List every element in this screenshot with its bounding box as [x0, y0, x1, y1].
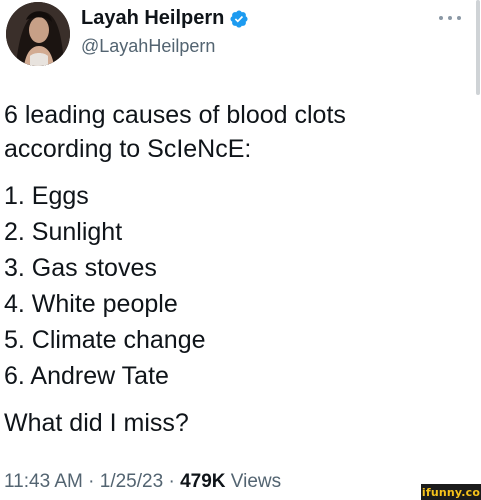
- list-item: 4. White people: [4, 290, 178, 318]
- list-item: 1. Eggs: [4, 182, 89, 210]
- tweet-intro-line-1: 6 leading causes of blood clots: [4, 101, 346, 129]
- meta-separator: ·: [168, 471, 175, 492]
- tweet-intro-line-2: according to ScIeNcE:: [4, 135, 252, 163]
- meta-separator: ·: [88, 471, 95, 492]
- author-name-row: Layah Heilpern: [81, 7, 249, 30]
- tweet-card: Layah Heilpern @LayahHeilpern 6 leading …: [0, 0, 481, 500]
- tweet-text: 6 leading causes of blood clots accordin…: [4, 98, 474, 440]
- more-options-icon[interactable]: [439, 12, 461, 24]
- tweet-closing-line: What did I miss?: [4, 409, 189, 437]
- views-label: Views: [230, 471, 282, 492]
- tweet-time[interactable]: 11:43 AM: [4, 471, 83, 492]
- views-count: 479K: [180, 471, 226, 492]
- list-item: 3. Gas stoves: [4, 254, 157, 282]
- list-item: 5. Climate change: [4, 326, 206, 354]
- tweet-date[interactable]: 1/25/23: [100, 471, 163, 492]
- tweet-meta: 11:43 AM · 1/25/23 · 479K Views: [4, 471, 281, 493]
- avatar[interactable]: [6, 2, 70, 66]
- avatar-image: [6, 2, 70, 66]
- tweet-list: 1. Eggs 2. Sunlight 3. Gas stoves 4. Whi…: [4, 178, 474, 394]
- verified-badge-icon: [230, 9, 248, 28]
- scrollbar[interactable]: [476, 0, 480, 95]
- author-handle[interactable]: @LayahHeilpern: [81, 36, 215, 57]
- author-display-name[interactable]: Layah Heilpern: [81, 7, 224, 30]
- ifunny-watermark: ifunny.co: [421, 484, 481, 500]
- list-item: 6. Andrew Tate: [4, 362, 169, 390]
- list-item: 2. Sunlight: [4, 218, 123, 246]
